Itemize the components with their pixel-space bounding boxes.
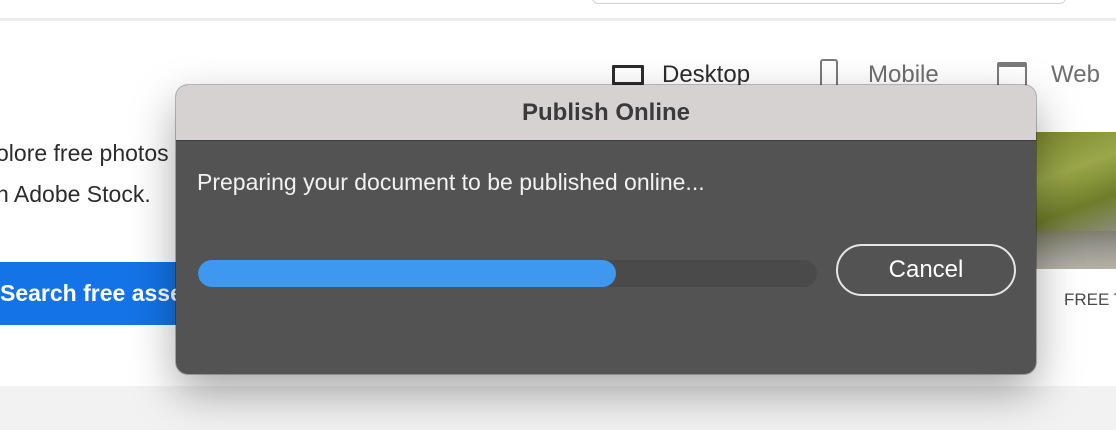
thumbnail-label: FREE T <box>1064 290 1116 309</box>
progress-fill <box>198 260 616 287</box>
desktop-icon <box>612 65 644 85</box>
top-bar <box>0 0 1116 21</box>
cancel-button[interactable]: Cancel <box>836 244 1016 296</box>
search-free-assets-label: Search free assets <box>0 280 190 306</box>
tab-web-label: Web <box>1051 61 1100 88</box>
top-search-field[interactable] <box>592 0 1066 4</box>
bottom-band <box>0 386 1116 430</box>
hero-text-line1: olore free photos <box>0 140 169 166</box>
dialog-message: Preparing your document to be published … <box>197 169 705 195</box>
stock-thumbnail[interactable] <box>1036 132 1116 269</box>
search-free-assets-button[interactable]: Search free assets <box>0 262 190 325</box>
progress-bar <box>198 260 817 287</box>
publish-online-dialog: Publish Online Preparing your document t… <box>176 85 1036 374</box>
hero-text-line2: h Adobe Stock. <box>0 181 151 207</box>
dialog-title: Publish Online <box>176 85 1036 141</box>
